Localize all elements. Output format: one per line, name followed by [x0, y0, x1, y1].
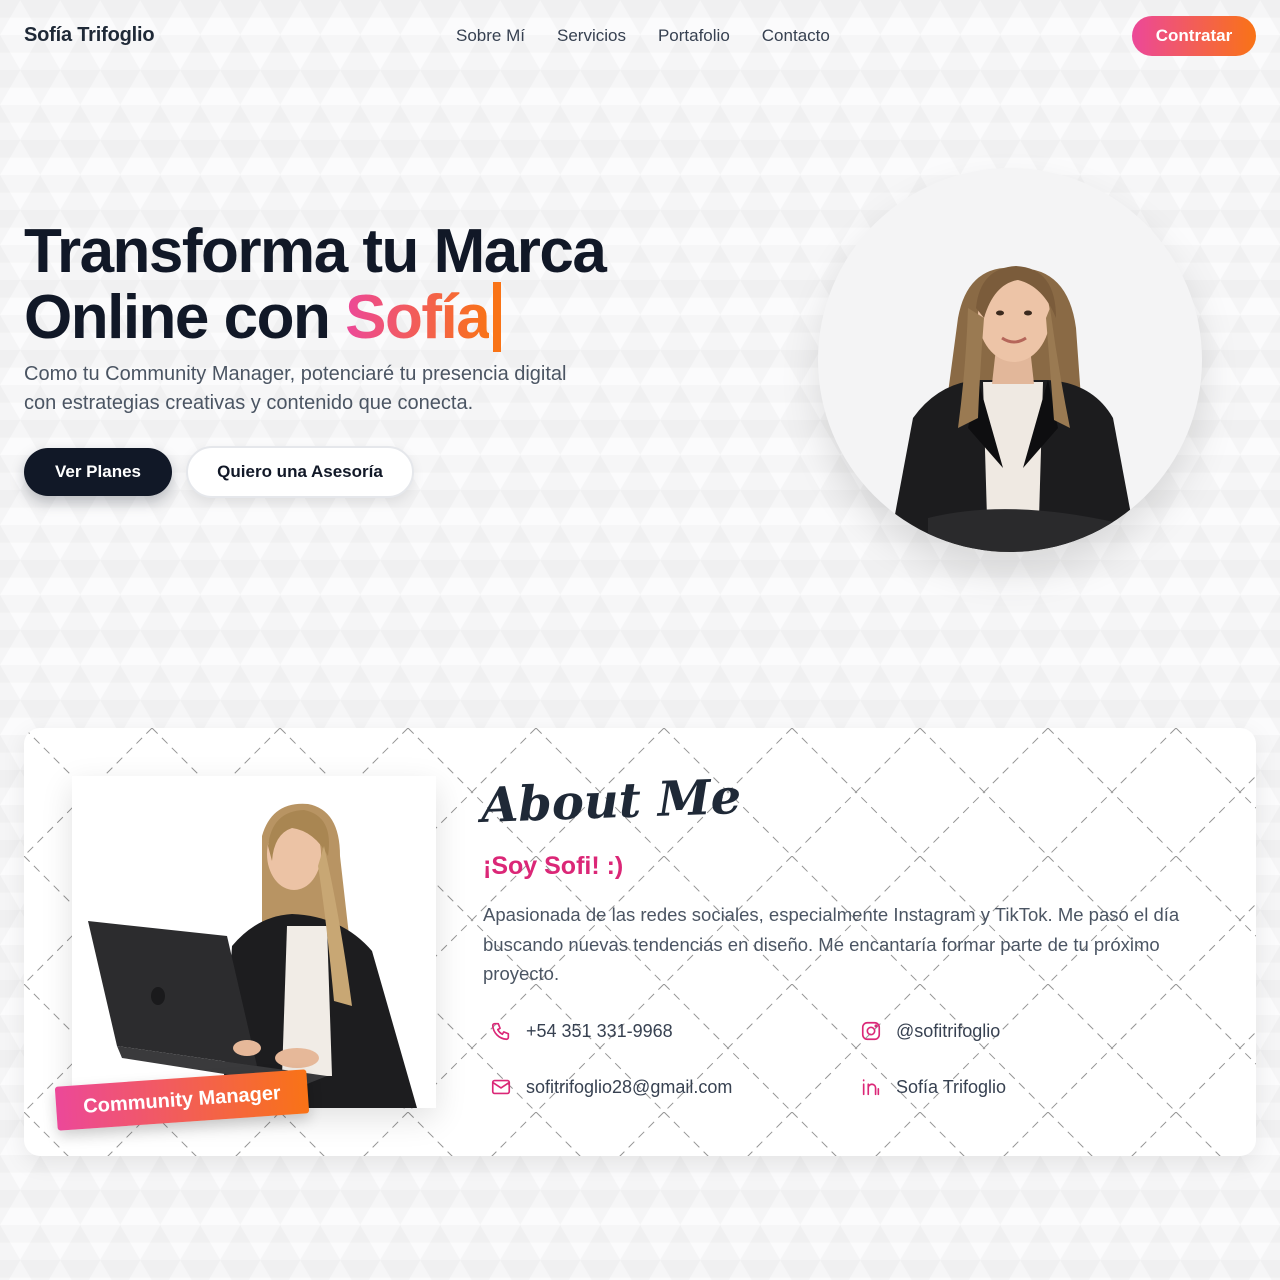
hero-portrait — [818, 168, 1202, 552]
view-plans-button[interactable]: Ver Planes — [24, 448, 172, 496]
instagram-icon — [861, 1021, 881, 1041]
nav-link-contacto[interactable]: Contacto — [762, 26, 830, 46]
brand-name[interactable]: Sofía Trifoglio — [24, 24, 155, 47]
nav-link-portafolio[interactable]: Portafolio — [658, 26, 730, 46]
about-description: Apasionada de las redes sociales, especi… — [483, 904, 1180, 984]
about-greeting: ¡Soy Sofi! :) — [483, 852, 624, 880]
about-title: About Me — [480, 768, 743, 834]
nav-link-sobre-mi[interactable]: Sobre Mí — [456, 26, 525, 46]
hero-title-line-1: Transforma tu Marca — [24, 217, 607, 286]
hire-button[interactable]: Contratar — [1132, 16, 1256, 56]
mail-icon — [491, 1079, 511, 1095]
email-address: sofitrifoglio28@gmail.com — [526, 1076, 733, 1097]
contact-email[interactable]: sofitrifoglio28@gmail.com — [490, 1076, 732, 1098]
contact-instagram[interactable]: @sofitrifoglio — [860, 1020, 1000, 1042]
hero-subtitle: Como tu Community Manager, potenciaré tu… — [24, 363, 567, 414]
instagram-handle: @sofitrifoglio — [896, 1020, 1001, 1041]
contact-phone[interactable]: +54 351 331-9968 — [490, 1020, 673, 1042]
site-header: Sofía Trifoglio Sobre Mí Servicios Porta… — [0, 0, 1280, 72]
about-portrait — [72, 776, 436, 1108]
hero-title-line-2: Online con Sofía — [24, 282, 724, 352]
linkedin-icon — [862, 1079, 880, 1096]
about-card: Community Manager About Me ¡Soy Sofi! :)… — [24, 728, 1256, 1156]
hero-title-prefix: Online con — [24, 283, 346, 352]
linkedin-name: Sofía Trifoglio — [896, 1076, 1007, 1097]
consulting-button[interactable]: Quiero una Asesoría — [186, 446, 414, 498]
hero-title-highlight: Sofía — [345, 283, 491, 352]
main-nav: Sobre Mí Servicios Portafolio Contacto — [456, 26, 830, 46]
phone-icon — [491, 1022, 510, 1041]
phone-number: +54 351 331-9968 — [526, 1020, 673, 1041]
hero-title: Transforma tu Marca Online con Sofía — [24, 217, 724, 352]
nav-link-servicios[interactable]: Servicios — [557, 26, 626, 46]
typing-caret — [493, 282, 502, 352]
contact-linkedin[interactable]: Sofía Trifoglio — [860, 1076, 1006, 1098]
